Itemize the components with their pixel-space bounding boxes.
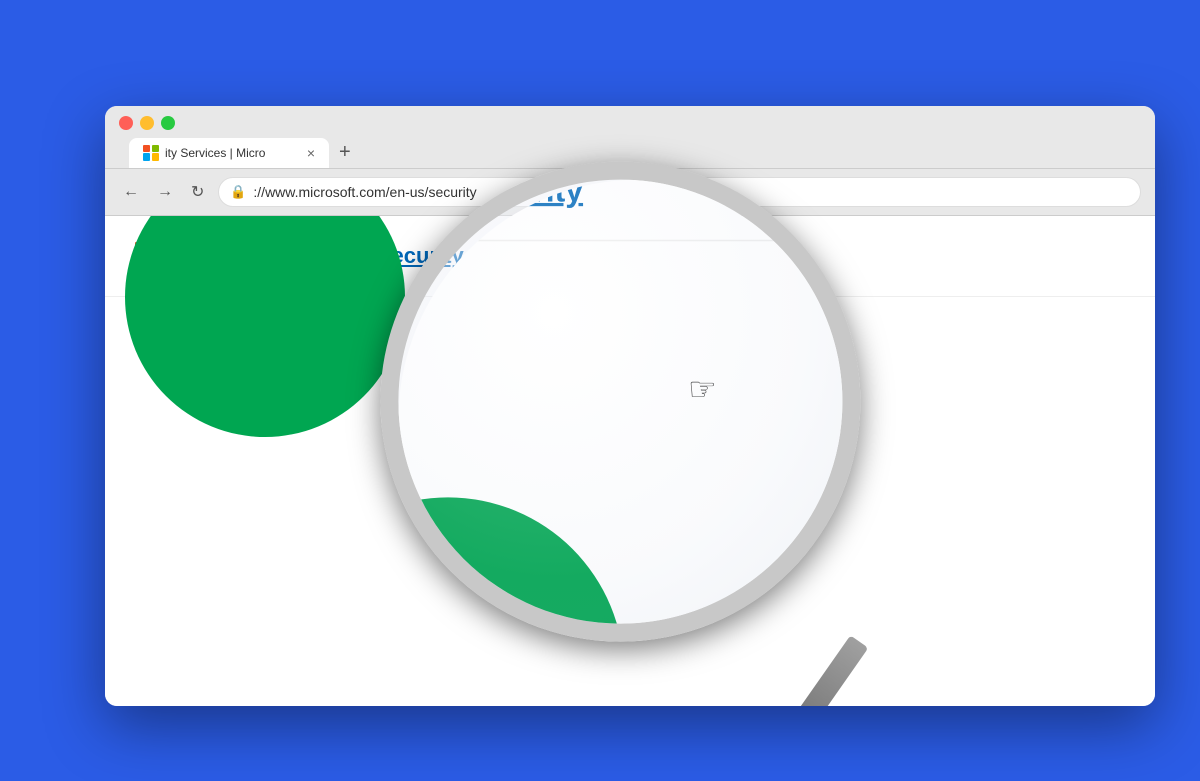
products-chevron-icon: ∨ — [651, 249, 659, 262]
nav-products[interactable]: Products ∨ — [588, 247, 659, 264]
pointer-cursor: ☞ — [495, 506, 517, 535]
site-nav: Solution Products ∨ More ∨ — [504, 247, 736, 264]
tab-title: ity Services | Micro — [165, 146, 265, 160]
address-bar[interactable]: 🔒 ://www.microsoft.com/en-us/security — [218, 177, 1141, 207]
address-bar-row: ← → ↻ 🔒 ://www.microsoft.com/en-us/secur… — [105, 169, 1155, 216]
back-button[interactable]: ← — [119, 181, 143, 203]
green-circle-decoration — [125, 216, 405, 437]
refresh-button[interactable]: ↻ — [187, 180, 208, 204]
lock-icon: 🔒 — [230, 184, 246, 200]
url-display[interactable]: ://www.microsoft.com/en-us/security — [218, 177, 1141, 207]
nav-solutions[interactable]: Solution — [504, 247, 558, 264]
tab-close-button[interactable]: × — [307, 146, 315, 160]
minimize-button[interactable] — [140, 116, 154, 130]
browser-chrome: ity Services | Micro × + — [105, 106, 1155, 169]
active-tab[interactable]: ity Services | Micro × — [129, 138, 329, 168]
maximize-button[interactable] — [161, 116, 175, 130]
new-tab-button[interactable]: + — [329, 142, 361, 168]
nav-more[interactable]: More ∨ — [689, 247, 735, 264]
browser-window: ity Services | Micro × + ← → ↻ 🔒 ://www.… — [105, 106, 1155, 706]
close-button[interactable] — [119, 116, 133, 130]
traffic-lights — [119, 116, 1141, 130]
tab-favicon — [143, 145, 159, 161]
content-area — [105, 297, 1155, 357]
website-content: Micr Microsoft Security Solution Product… — [105, 216, 1155, 706]
tab-bar: ity Services | Micro × + — [129, 138, 1141, 168]
forward-button[interactable]: → — [153, 181, 177, 203]
more-chevron-icon: ∨ — [727, 249, 735, 262]
